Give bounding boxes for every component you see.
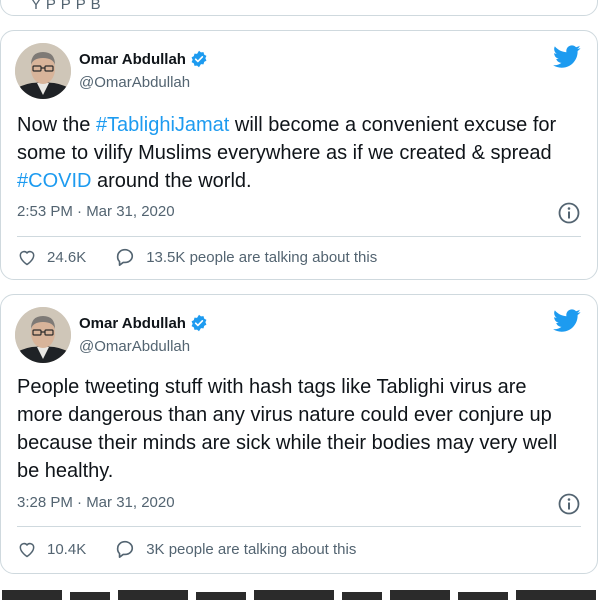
tweet-text-segment: People tweeting stuff with hash tags lik… xyxy=(17,376,558,482)
tweet-card[interactable]: Omar Abdullah @OmarAbdullah Now the #Tab… xyxy=(0,30,598,280)
avatar[interactable] xyxy=(15,307,71,363)
like-count: 10.4K xyxy=(47,540,87,558)
tweet-text-segment: around the world. xyxy=(91,170,252,192)
heart-icon xyxy=(19,542,35,558)
comment-icon xyxy=(117,248,134,266)
verified-badge-icon xyxy=(190,50,208,68)
like-button[interactable]: 24.6K xyxy=(17,247,86,267)
tweet-timestamp[interactable]: 3:28 PM · Mar 31, 2020 xyxy=(17,494,175,511)
user-handle[interactable]: @OmarAbdullah xyxy=(79,338,190,355)
conversation-button[interactable]: 3K people are talking about this xyxy=(114,539,356,559)
divider xyxy=(17,526,581,527)
divider xyxy=(17,236,581,237)
tweet-text: People tweeting stuff with hash tags lik… xyxy=(17,373,577,485)
verified-badge-icon xyxy=(190,314,208,332)
info-icon[interactable] xyxy=(557,201,581,230)
twitter-bird-icon[interactable] xyxy=(553,309,581,338)
tweet-card[interactable]: Omar Abdullah @OmarAbdullah People tweet… xyxy=(0,294,598,574)
conversation-button[interactable]: 13.5K people are talking about this xyxy=(114,247,377,267)
tweet-actions: 10.4K 3K people are talking about this xyxy=(17,539,356,559)
previous-tweet-fragment: Y P P P B xyxy=(31,0,102,13)
talking-count: 3K people are talking about this xyxy=(146,540,357,558)
tweet-actions: 24.6K 13.5K people are talking about thi… xyxy=(17,247,377,267)
name-row: Omar Abdullah xyxy=(79,314,208,332)
talking-count: 13.5K people are talking about this xyxy=(146,248,378,266)
tweet-timestamp[interactable]: 2:53 PM · Mar 31, 2020 xyxy=(17,203,175,220)
info-icon[interactable] xyxy=(557,492,581,521)
name-row: Omar Abdullah xyxy=(79,50,208,68)
user-handle[interactable]: @OmarAbdullah xyxy=(79,74,190,91)
hashtag-link[interactable]: #TablighiJamat xyxy=(96,114,229,136)
like-button[interactable]: 10.4K xyxy=(17,539,86,559)
comment-icon xyxy=(117,540,134,558)
avatar[interactable] xyxy=(15,43,71,99)
next-content-fragment xyxy=(0,586,600,600)
display-name[interactable]: Omar Abdullah xyxy=(79,315,186,332)
display-name[interactable]: Omar Abdullah xyxy=(79,51,186,68)
twitter-bird-icon[interactable] xyxy=(553,45,581,74)
hashtag-link[interactable]: #COVID xyxy=(17,170,91,192)
tweet-text-segment: Now the xyxy=(17,114,96,136)
previous-tweet-card[interactable]: Y P P P B xyxy=(0,0,598,16)
like-count: 24.6K xyxy=(47,248,87,266)
heart-icon xyxy=(19,250,35,266)
tweet-text: Now the #TablighiJamat will become a con… xyxy=(17,111,577,195)
